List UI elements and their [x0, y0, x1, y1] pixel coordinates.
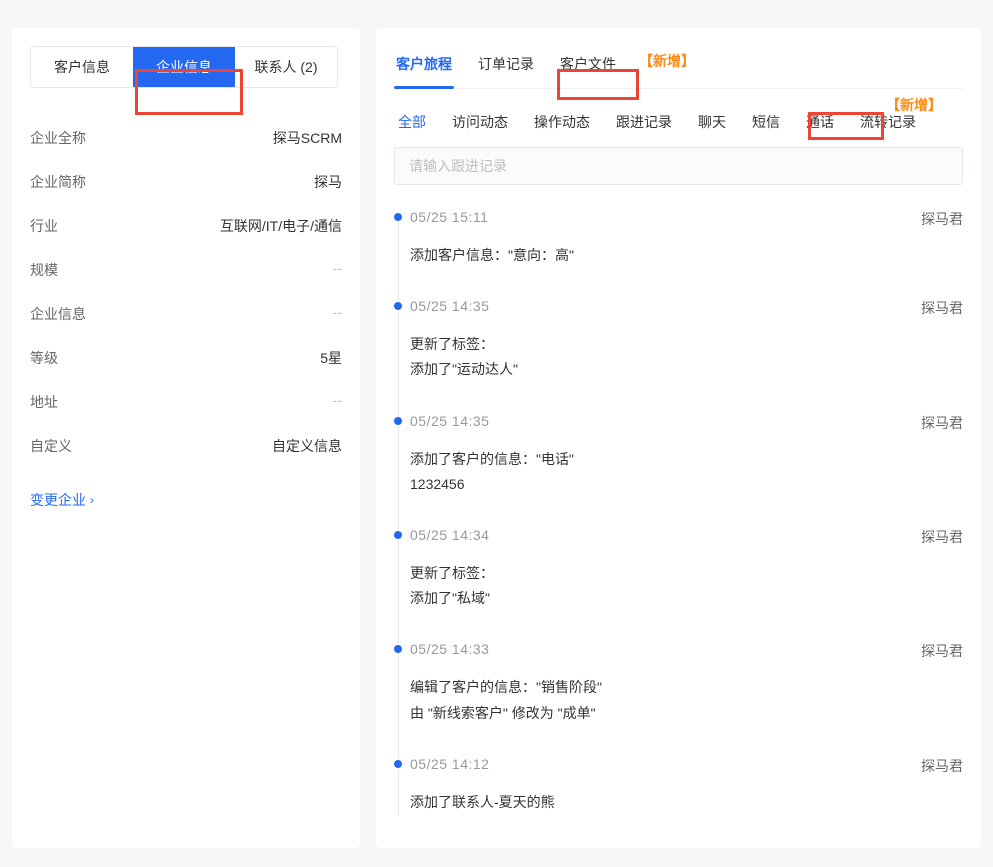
timeline-dot-icon — [394, 531, 402, 539]
change-enterprise-label: 变更企业 — [30, 490, 86, 510]
timeline-body-line: 1232456 — [410, 472, 963, 497]
row-enterprise-shortname: 企业简称 探马 — [30, 160, 342, 204]
label-custom: 自定义 — [30, 436, 72, 456]
label-industry: 行业 — [30, 216, 58, 236]
row-industry: 行业 互联网/IT/电子/通信 — [30, 204, 342, 248]
value-fullname: 探马SCRM — [273, 128, 342, 148]
timeline-dot-icon — [394, 760, 402, 768]
subtab-all[interactable]: 全部 — [394, 109, 430, 135]
tab-customer-journey[interactable]: 客户旅程 — [394, 46, 454, 88]
activity-timeline: 05/25 15:11探马君添加客户信息："意向：高"05/25 14:35探马… — [394, 209, 963, 815]
timeline-body-line: 添加了"私域" — [410, 586, 963, 611]
label-level: 等级 — [30, 348, 58, 368]
label-shortname: 企业简称 — [30, 172, 86, 192]
tab-customer-info[interactable]: 客户信息 — [31, 47, 133, 87]
tab-enterprise-info[interactable]: 企业信息 — [133, 47, 235, 87]
timeline-body-line: 添加了"运动达人" — [410, 357, 963, 382]
timeline-item-header: 05/25 14:35 探马君 — [410, 298, 963, 318]
timeline-item: 05/25 14:33 探马君编辑了客户的信息："销售阶段"由 "新线索客户" 修… — [410, 641, 963, 755]
timeline-dot-icon — [394, 213, 402, 221]
new-badge-transfer: 【新增】 — [886, 95, 942, 115]
tab-order-record[interactable]: 订单记录 — [476, 46, 536, 88]
subtab-visit-activity[interactable]: 访问动态 — [448, 109, 512, 135]
timeline-dot-icon — [394, 302, 402, 310]
timeline-body: 添加了联系人-夏天的熊 — [410, 790, 963, 815]
subtab-chat[interactable]: 聊天 — [694, 109, 730, 135]
subtab-sms[interactable]: 短信 — [748, 109, 784, 135]
timeline-timestamp: 05/25 14:35 — [410, 298, 489, 318]
timeline-body: 添加了客户的信息："电话"1232456 — [410, 447, 963, 497]
row-enterprise-fullname: 企业全称 探马SCRM — [30, 116, 342, 160]
timeline-body-line: 添加了联系人-夏天的熊 — [410, 790, 963, 815]
timeline-item-header: 05/25 14:35 探马君 — [410, 413, 963, 433]
followup-input[interactable] — [394, 147, 963, 185]
timeline-item: 05/25 14:35 探马君更新了标签：添加了"运动达人" — [410, 298, 963, 412]
timeline-item-header: 05/25 14:12 探马君 — [410, 756, 963, 776]
timeline-author: 探马君 — [921, 298, 963, 318]
tab-contacts[interactable]: 联系人 (2) — [235, 47, 337, 87]
timeline-body-line: 由 "新线索客户" 修改为 "成单" — [410, 701, 963, 726]
tab-customer-files[interactable]: 客户文件 — [558, 46, 618, 88]
timeline-timestamp: 05/25 14:12 — [410, 756, 489, 776]
timeline-author: 探马君 — [921, 527, 963, 547]
timeline-timestamp: 05/25 14:34 — [410, 527, 489, 547]
timeline-author: 探马君 — [921, 756, 963, 776]
timeline-timestamp: 05/25 14:33 — [410, 641, 489, 661]
row-level: 等级 5星 — [30, 336, 342, 380]
subtab-call[interactable]: 通话 — [802, 109, 838, 135]
label-address: 地址 — [30, 392, 58, 412]
timeline-body-line: 编辑了客户的信息："销售阶段" — [410, 675, 963, 700]
row-scale: 规模 -- — [30, 248, 342, 292]
timeline-item: 05/25 15:11 探马君添加客户信息："意向：高" — [410, 209, 963, 298]
timeline-item: 05/25 14:34 探马君更新了标签：添加了"私域" — [410, 527, 963, 641]
change-enterprise-link[interactable]: 变更企业 › — [30, 490, 94, 510]
timeline-author: 探马君 — [921, 641, 963, 661]
value-shortname: 探马 — [314, 172, 342, 192]
timeline-timestamp: 05/25 15:11 — [410, 209, 488, 229]
timeline-body-line: 更新了标签： — [410, 332, 963, 357]
sub-tabs: 全部 访问动态 操作动态 跟进记录 聊天 短信 通话 流转记录 — [394, 103, 963, 147]
timeline-item: 05/25 14:35 探马君添加了客户的信息："电话"1232456 — [410, 413, 963, 527]
row-address: 地址 -- — [30, 380, 342, 424]
value-enterprise-info: -- — [333, 304, 342, 324]
label-fullname: 企业全称 — [30, 128, 86, 148]
timeline-author: 探马君 — [921, 413, 963, 433]
timeline-body: 编辑了客户的信息："销售阶段"由 "新线索客户" 修改为 "成单" — [410, 675, 963, 725]
left-info-tabs: 客户信息 企业信息 联系人 (2) — [30, 46, 338, 88]
timeline-item-header: 05/25 14:34 探马君 — [410, 527, 963, 547]
timeline-item-header: 05/25 14:33 探马君 — [410, 641, 963, 661]
timeline-body-line: 更新了标签： — [410, 561, 963, 586]
value-custom: 自定义信息 — [272, 436, 342, 456]
chevron-right-icon: › — [90, 493, 94, 507]
timeline-timestamp: 05/25 14:35 — [410, 413, 489, 433]
label-scale: 规模 — [30, 260, 58, 280]
row-enterprise-info: 企业信息 -- — [30, 292, 342, 336]
timeline-body-line: 添加客户信息："意向：高" — [410, 243, 963, 268]
right-panel: 客户旅程 订单记录 客户文件 全部 访问动态 操作动态 跟进记录 聊天 短信 通… — [376, 28, 981, 848]
value-address: -- — [333, 392, 342, 412]
new-badge-files: 【新增】 — [639, 51, 695, 71]
timeline-body-line: 添加了客户的信息："电话" — [410, 447, 963, 472]
timeline-item-header: 05/25 15:11 探马君 — [410, 209, 963, 229]
timeline-body: 更新了标签：添加了"运动达人" — [410, 332, 963, 382]
left-panel: 客户信息 企业信息 联系人 (2) 企业全称 探马SCRM 企业简称 探马 行业… — [12, 28, 360, 848]
timeline-dot-icon — [394, 417, 402, 425]
subtab-followup-record[interactable]: 跟进记录 — [612, 109, 676, 135]
timeline-body: 更新了标签：添加了"私域" — [410, 561, 963, 611]
timeline-body: 添加客户信息："意向：高" — [410, 243, 963, 268]
value-level: 5星 — [320, 348, 342, 368]
timeline-item: 05/25 14:12 探马君添加了联系人-夏天的熊 — [410, 756, 963, 815]
timeline-dot-icon — [394, 645, 402, 653]
row-custom: 自定义 自定义信息 — [30, 424, 342, 468]
value-industry: 互联网/IT/电子/通信 — [220, 216, 342, 236]
subtab-operation-activity[interactable]: 操作动态 — [530, 109, 594, 135]
timeline-author: 探马君 — [921, 209, 963, 229]
label-enterprise-info: 企业信息 — [30, 304, 86, 324]
value-scale: -- — [333, 260, 342, 280]
